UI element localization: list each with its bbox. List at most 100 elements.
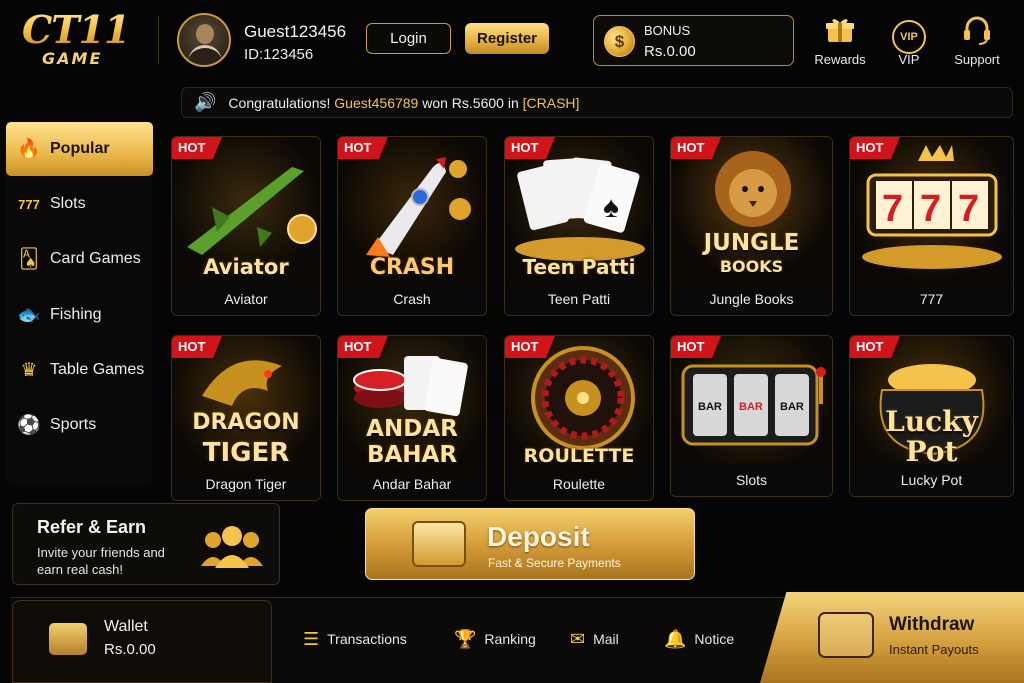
game-card-lucky-pot[interactable]: HOT Lucky Pot Lucky Pot [849,335,1014,497]
sidebar-item-slots[interactable]: 777 Slots [6,177,153,231]
game-card-slots[interactable]: BAR BAR BAR HOT Slots [670,335,833,497]
svg-text:7: 7 [882,188,903,230]
deposit-subtitle: Fast & Secure Payments [488,556,621,570]
people-group-icon [197,522,267,574]
bell-icon: 🔔 [664,628,687,649]
game-card-777[interactable]: 777 HOT 777 [849,136,1014,316]
sidebar-item-sports[interactable]: ⚽ Sports [6,398,153,452]
support-label: Support [954,52,1000,67]
game-name: 777 [850,283,1013,315]
game-art-title: Teen Patti [522,255,636,279]
sidebar-item-table-games[interactable]: ♛ Table Games [6,343,153,397]
deposit-title: Deposit [487,521,590,552]
game-art-title: Aviator [203,255,289,279]
game-art-subtitle: TIGER [202,438,290,468]
sidebar-item-label: Sports [50,416,97,433]
vip-label: VIP [898,52,920,67]
mail-icon: ✉ [570,628,586,649]
bonus-panel[interactable]: $ BONUS Rs.0.00 [593,15,794,66]
game-art-title: ANDAR [366,416,458,442]
marquee-game: [CRASH] [522,94,580,111]
game-card-roulette[interactable]: HOT ROULETTE Roulette [504,335,654,501]
nav-label: Ranking [484,631,536,647]
speaker-icon: 🔊 [194,92,217,112]
wallet-icon [412,521,466,567]
rewards-button[interactable]: Rewards [810,14,870,67]
wallet-panel[interactable]: Wallet Rs.0.00 [12,600,272,683]
ct11-game-logo[interactable]: CT11 GAME [22,10,140,72]
wallet-cash-icon [818,612,874,658]
marquee-mid: won Rs.5600 in [422,94,519,111]
support-button[interactable]: Support [947,14,1007,67]
marquee-message: Congratulations! Guest456789 won Rs.5600… [228,95,579,111]
game-art-title: JUNGLE [703,230,800,256]
bonus-label: BONUS [644,23,691,38]
marquee-prefix: Congratulations! [228,94,331,111]
game-card-dragon-tiger[interactable]: HOT DRAGON TIGER Dragon Tiger [171,335,321,501]
deposit-button[interactable]: Deposit Fast & Secure Payments [365,508,695,580]
trophy-icon: 🏆 [454,628,477,649]
sidebar-item-label: Table Games [50,361,145,378]
nav-label: Transactions [327,631,407,647]
refer-subtitle: Invite your friends and earn real cash! [37,545,165,577]
game-art-title: CRASH [369,255,455,280]
header-divider [158,16,159,64]
svg-text:BAR: BAR [698,401,722,413]
vip-button[interactable]: VIP VIP [879,14,939,67]
sidebar-item-fishing[interactable]: 🐟 Fishing [6,288,153,342]
game-name: Jungle Books [671,283,832,315]
list-icon: ☰ [303,628,320,649]
refer-title: Refer & Earn [37,517,147,537]
game-card-teen-patti[interactable]: ♠ HOT Teen Patti Teen Patti [504,136,654,316]
soccer-ball-icon: ⚽ [17,415,41,436]
game-card-andar-bahar[interactable]: HOT ANDAR BAHAR Andar Bahar [337,335,487,501]
svg-text:7: 7 [958,188,979,230]
username: Guest123456 [244,22,347,41]
avatar-head [196,24,214,44]
withdraw-button[interactable]: Withdraw Instant Payouts [760,592,1024,683]
nav-transactions[interactable]: ☰ Transactions [303,625,407,653]
game-art-subtitle: Pot [905,435,958,468]
game-art-subtitle: BOOKS [719,257,784,276]
marquee-winner: Guest456789 [334,94,419,111]
svg-text:7: 7 [920,188,941,230]
game-name: Aviator [172,283,320,315]
sidebar-item-card-games[interactable]: 🂡 Card Games [6,232,153,286]
game-art-title: Lucky [885,405,978,438]
nav-label: Notice [694,631,735,647]
cards-icon: 🂡 [19,248,39,270]
withdraw-title: Withdraw [889,614,975,635]
vip-icon: VIP [879,14,939,54]
wallet-value: Rs.0.00 [104,641,156,658]
game-name: Roulette [505,468,653,500]
user-id: ID:123456 [244,46,314,63]
fish-icon: 🐟 [17,305,41,326]
sidebar-item-label: Slots [50,195,86,212]
slot-777-icon: 777 [18,196,40,212]
game-name: Andar Bahar [338,468,486,500]
logo-main-text: CT11 [22,10,140,50]
game-card-jungle-books[interactable]: HOT JUNGLE BOOKS Jungle Books [670,136,833,316]
svg-text:BAR: BAR [780,401,804,413]
nav-ranking[interactable]: 🏆 Ranking [454,625,536,653]
login-button[interactable]: Login [366,23,451,54]
refer-earn-banner[interactable]: Refer & Earn Invite your friends and ear… [12,503,280,585]
nav-label: Mail [593,631,619,647]
game-card-aviator[interactable]: HOT Aviator Aviator [171,136,321,316]
sidebar-item-popular[interactable]: 🔥 Popular [6,122,153,176]
game-art-subtitle: BAHAR [366,442,458,468]
bonus-value: Rs.0.00 [644,43,696,60]
game-name: Lucky Pot [850,464,1013,496]
logo-sub-text: GAME [42,49,103,68]
fire-icon: 🔥 [17,139,41,160]
wallet-icon [49,623,87,655]
rupee-coin-icon: $ [604,26,635,57]
sidebar-item-label: Card Games [50,250,141,267]
nav-mail[interactable]: ✉ Mail [570,625,619,653]
avatar[interactable] [177,13,231,67]
game-card-crash[interactable]: HOT CRASH Crash [337,136,487,316]
game-art-title: ROULETTE [523,445,635,467]
winner-marquee: 🔊 Congratulations! Guest456789 won Rs.56… [181,87,1013,118]
nav-notice[interactable]: 🔔 Notice [664,625,734,653]
register-button[interactable]: Register [465,23,549,54]
